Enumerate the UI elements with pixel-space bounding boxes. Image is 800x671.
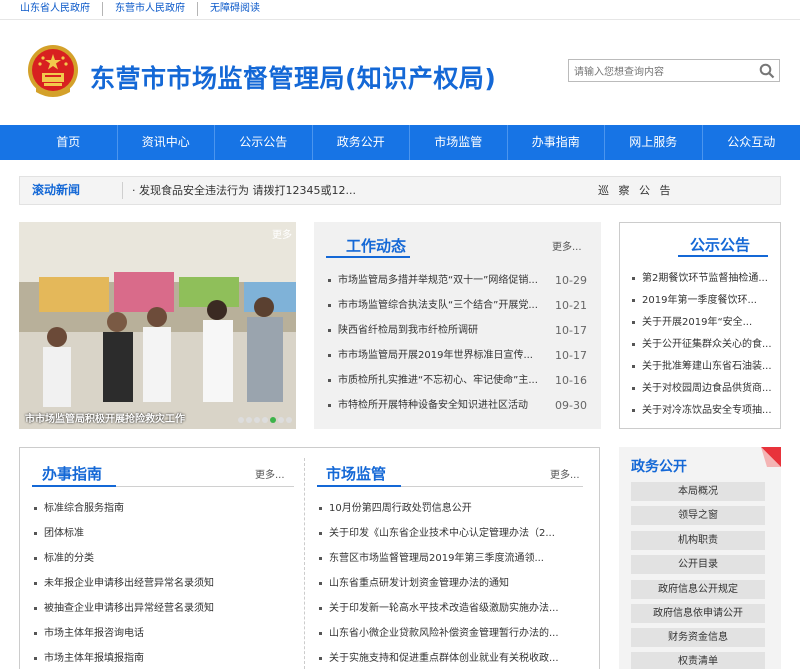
- guide-underline: [32, 485, 116, 487]
- news-ticker: 滚动新闻 · 发现食品安全违法行为 请拨打12345或12... 巡 察 公 告: [19, 176, 781, 205]
- supervision-underline: [317, 485, 401, 487]
- guide-supervision-box: 办事指南 更多... 标准综合服务指南 团体标准 标准的分类 未年报企业申请移出…: [19, 447, 600, 669]
- notices-title[interactable]: 公示公告: [690, 234, 750, 255]
- top-link-accessibility[interactable]: 无障碍阅读: [198, 2, 272, 16]
- list-item[interactable]: 关于公开征集群众关心的食...: [632, 334, 772, 356]
- work-news-list: 市场监管局多措并举规范“双十一”网络促销...10-29 市市场监管综合执法支队…: [328, 268, 587, 418]
- list-item[interactable]: 被抽查企业申请移出异常经营名录须知: [34, 596, 304, 621]
- guide-more[interactable]: 更多...: [255, 466, 285, 481]
- slide-dot[interactable]: [246, 417, 252, 423]
- list-item[interactable]: 标准综合服务指南: [34, 496, 304, 521]
- list-item[interactable]: 市场主体年报咨询电话: [34, 621, 304, 646]
- ticker-label: 滚动新闻: [20, 177, 122, 204]
- supervision-more[interactable]: 更多...: [550, 466, 580, 481]
- list-item[interactable]: 市特检所开展特种设备安全知识进社区活动09-30: [328, 393, 587, 418]
- gov-link-power-list[interactable]: 权责清单: [631, 652, 765, 669]
- list-item[interactable]: 市市场监管局开展2019年世界标准日宣传...10-17: [328, 343, 587, 368]
- list-item[interactable]: 团体标准: [34, 521, 304, 546]
- nav-service-guide[interactable]: 办事指南: [508, 125, 606, 160]
- list-item[interactable]: 市市场监管综合执法支队“三个结合”开展党...10-21: [328, 293, 587, 318]
- gov-link-duties[interactable]: 机构职责: [631, 531, 765, 550]
- list-item[interactable]: 关于印发新一轮高水平技术改造省级激励实施办法...: [319, 596, 585, 621]
- list-item[interactable]: 关于开展2019年“安全...: [632, 312, 772, 334]
- nav-public-interaction[interactable]: 公众互动: [703, 125, 800, 160]
- slide-dot[interactable]: [238, 417, 244, 423]
- list-item[interactable]: 未年报企业申请移出经营异常名录须知: [34, 571, 304, 596]
- slide-dot[interactable]: [278, 417, 284, 423]
- gov-link-disclosure-request[interactable]: 政府信息依申请公开: [631, 604, 765, 623]
- guide-title[interactable]: 办事指南: [42, 463, 102, 484]
- supervision-list: 10月份第四周行政处罚信息公开 关于印发《山东省企业技术中心认定管理办法（2..…: [319, 496, 585, 671]
- slide-dot[interactable]: [254, 417, 260, 423]
- list-item[interactable]: 关于对冷冻饮品安全专项抽...: [632, 400, 772, 422]
- top-links: 山东省人民政府 东营市人民政府 无障碍阅读: [20, 2, 272, 16]
- photo-slideshow[interactable]: 更多 市市场监管局积极开展抢险救灾工作: [19, 222, 296, 429]
- corner-fold-icon: [761, 447, 781, 467]
- list-item[interactable]: 市质检所扎实推进“不忘初心、牢记使命”主...10-16: [328, 368, 587, 393]
- slide-dot[interactable]: [286, 417, 292, 423]
- list-item[interactable]: 陕西省纤检局到我市纤检所调研10-17: [328, 318, 587, 343]
- list-item[interactable]: 关于对校园周边食品供货商...: [632, 378, 772, 400]
- gov-open-panel: 政务公开 本局概况 领导之窗 机构职责 公开目录 政府信息公开规定 政府信息依申…: [619, 447, 781, 669]
- gov-link-leaders[interactable]: 领导之窗: [631, 506, 765, 525]
- gov-link-overview[interactable]: 本局概况: [631, 482, 765, 501]
- notices-underline: [678, 255, 768, 257]
- slide-dot[interactable]: [262, 417, 268, 423]
- top-bar: 山东省人民政府 东营市人民政府 无障碍阅读: [0, 0, 800, 20]
- photo-more-link[interactable]: 更多: [272, 226, 292, 241]
- list-item[interactable]: 山东省重点研发计划资金管理办法的通知: [319, 571, 585, 596]
- slide-dot[interactable]: [270, 417, 276, 423]
- photo-caption[interactable]: 市市场监管局积极开展抢险救灾工作: [25, 410, 185, 425]
- ticker-divider: [122, 182, 123, 199]
- list-item[interactable]: 山东省小微企业贷款风险补偿资金管理暂行办法的...: [319, 621, 585, 646]
- search-input[interactable]: [569, 62, 749, 83]
- work-news-panel: 工作动态 更多... 市场监管局多措并举规范“双十一”网络促销...10-29 …: [314, 222, 601, 429]
- work-news-title: 工作动态: [346, 235, 406, 256]
- list-item[interactable]: 关于印发《山东省企业技术中心认定管理办法（2...: [319, 521, 585, 546]
- column-divider: [304, 458, 305, 669]
- supervision-title[interactable]: 市场监管: [326, 463, 386, 484]
- ticker-item-inspection[interactable]: 巡 察 公 告: [598, 177, 674, 204]
- site-title: 东营市市场监督管理局(知识产权局): [90, 59, 496, 95]
- work-news-more[interactable]: 更多...: [552, 238, 582, 253]
- nav-market-supervision[interactable]: 市场监管: [410, 125, 508, 160]
- nav-gov-open[interactable]: 政务公开: [313, 125, 411, 160]
- list-item[interactable]: 关于批准筹建山东省石油装...: [632, 356, 772, 378]
- work-news-underline: [326, 256, 410, 258]
- gov-link-disclosure-rules[interactable]: 政府信息公开规定: [631, 580, 765, 599]
- top-link-province[interactable]: 山东省人民政府: [20, 2, 103, 16]
- news-photo[interactable]: [19, 222, 296, 429]
- top-link-city[interactable]: 东营市人民政府: [103, 2, 198, 16]
- list-item[interactable]: 关于实施支持和促进重点群体创业就业有关税收政...: [319, 646, 585, 671]
- nav-online-service[interactable]: 网上服务: [605, 125, 703, 160]
- list-item[interactable]: 市场主体年报填报指南: [34, 646, 304, 671]
- list-item[interactable]: 市场监管局多措并举规范“双十一”网络促销...10-29: [328, 268, 587, 293]
- search-icon[interactable]: [759, 63, 775, 79]
- national-emblem-icon: [26, 44, 80, 100]
- list-item[interactable]: 标准的分类: [34, 546, 304, 571]
- gov-link-catalog[interactable]: 公开目录: [631, 555, 765, 574]
- gov-link-finance[interactable]: 财务资金信息: [631, 628, 765, 647]
- header: 东营市市场监督管理局(知识产权局): [0, 20, 800, 125]
- ticker-item[interactable]: · 发现食品安全违法行为 请拨打12345或12...: [132, 177, 356, 204]
- notices-panel: 公示公告 第2期餐饮环节监督抽检通... 2019年第一季度餐饮环... 关于开…: [619, 222, 781, 429]
- notices-list: 第2期餐饮环节监督抽检通... 2019年第一季度餐饮环... 关于开展2019…: [632, 268, 772, 422]
- slide-indicators: [236, 417, 292, 423]
- list-item[interactable]: 第2期餐饮环节监督抽检通...: [632, 268, 772, 290]
- nav-home[interactable]: 首页: [20, 125, 118, 160]
- main-nav: 首页 资讯中心 公示公告 政务公开 市场监管 办事指南 网上服务 公众互动: [0, 125, 800, 160]
- nav-notices[interactable]: 公示公告: [215, 125, 313, 160]
- list-item[interactable]: 东营区市场监督管理局2019年第三季度流通领...: [319, 546, 585, 571]
- guide-list: 标准综合服务指南 团体标准 标准的分类 未年报企业申请移出经营异常名录须知 被抽…: [34, 496, 304, 671]
- search-box: [568, 59, 780, 82]
- list-item[interactable]: 10月份第四周行政处罚信息公开: [319, 496, 585, 521]
- nav-news-center[interactable]: 资讯中心: [118, 125, 216, 160]
- list-item[interactable]: 2019年第一季度餐饮环...: [632, 290, 772, 312]
- gov-open-title: 政务公开: [631, 456, 687, 476]
